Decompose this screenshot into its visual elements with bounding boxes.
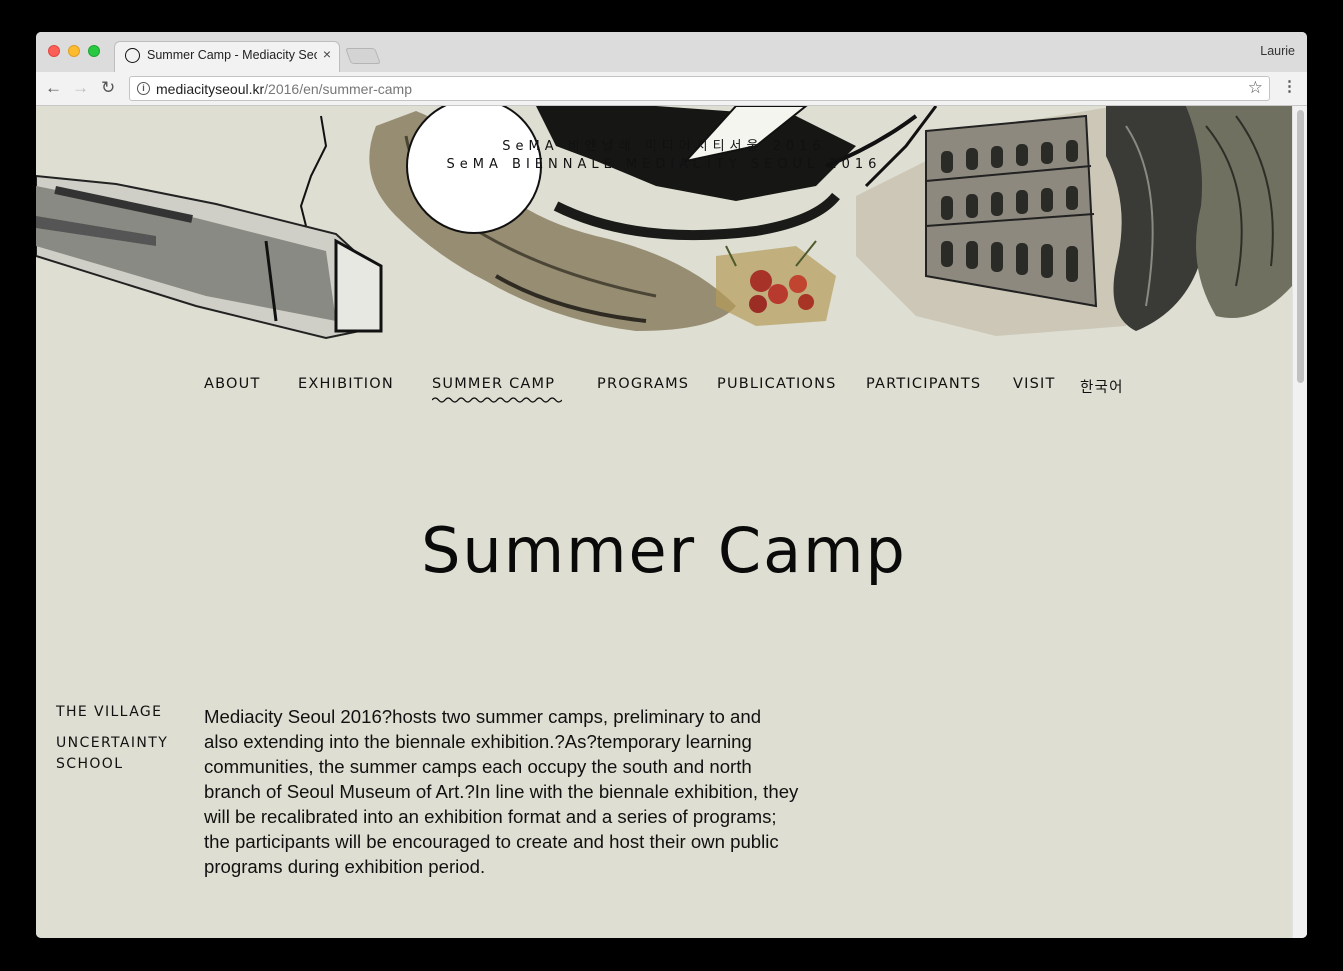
address-bar[interactable]: i mediacityseoul.kr/2016/en/summer-camp … [129,76,1270,101]
sidebar-link-uncertainty-school[interactable]: UNCERTAINTY SCHOOL [56,733,186,775]
nav-publications[interactable]: PUBLICATIONS [717,376,837,392]
tab-close-icon[interactable]: × [323,46,331,62]
forward-arrow-icon[interactable]: → [72,78,89,98]
star-icon[interactable]: ☆ [1248,78,1263,98]
nav-about[interactable]: ABOUT [204,376,261,392]
back-arrow-icon[interactable]: ← [45,78,62,98]
nav-summer-camp[interactable]: SUMMER CAMP [432,376,562,403]
window-minimize-button[interactable] [68,45,80,57]
nav-summer-camp-label: SUMMER CAMP [432,376,556,392]
browser-tab[interactable]: Summer Camp - Mediacity Seoul 2016 × [114,41,340,72]
info-icon[interactable]: i [137,82,150,95]
nav-programs[interactable]: PROGRAMS [597,376,689,392]
url-path: /2016/en/summer-camp [264,81,412,97]
tab-strip: Summer Camp - Mediacity Seoul 2016 × Lau… [36,32,1307,72]
favicon-circle-icon [125,48,140,63]
profile-name[interactable]: Laurie [1260,44,1295,58]
page-viewport: SeMA 비엔날레 미디어시티서울 2016 SeMA BIENNALE MED… [36,106,1307,938]
sidebar-link-the-village[interactable]: THE VILLAGE [56,702,186,723]
nav-visit[interactable]: VISIT [1013,376,1056,392]
browser-toolbar: ← → ↻ i mediacityseoul.kr/2016/en/summer… [36,72,1307,106]
berries-illustration [716,240,836,326]
site-title-english: SeMA BIENNALE MEDIACITY SEOUL 2016 [446,157,882,172]
scrollbar-thumb[interactable] [1297,110,1304,383]
nav-exhibition[interactable]: EXHIBITION [298,376,394,392]
nav-participants[interactable]: PARTICIPANTS [866,376,981,392]
site-title[interactable]: SeMA 비엔날레 미디어시티서울 2016 SeMA BIENNALE MED… [36,138,1292,174]
url-host: mediacityseoul.kr [156,81,265,97]
section-sidebar: THE VILLAGE UNCERTAINTY SCHOOL [56,702,186,785]
new-tab-button[interactable] [345,48,381,64]
window-maximize-button[interactable] [88,45,100,57]
reload-icon[interactable]: ↻ [101,78,115,98]
window-close-button[interactable] [48,45,60,57]
menu-icon[interactable]: ⋮ [1282,78,1297,96]
page-scrollbar[interactable] [1292,106,1307,938]
tab-title: Summer Camp - Mediacity Seoul 2016 [147,48,317,62]
browser-window: Summer Camp - Mediacity Seoul 2016 × Lau… [36,32,1307,938]
site-title-korean: SeMA 비엔날레 미디어시티서울 2016 [502,139,826,154]
page-title: Summer Camp [421,514,907,587]
url-text[interactable]: mediacityseoul.kr/2016/en/summer-camp [156,81,412,97]
intro-paragraph: Mediacity Seoul 2016?hosts two summer ca… [204,706,799,877]
nav-language-korean[interactable]: 한국어 [1080,376,1124,397]
active-underline-wave [432,397,562,403]
